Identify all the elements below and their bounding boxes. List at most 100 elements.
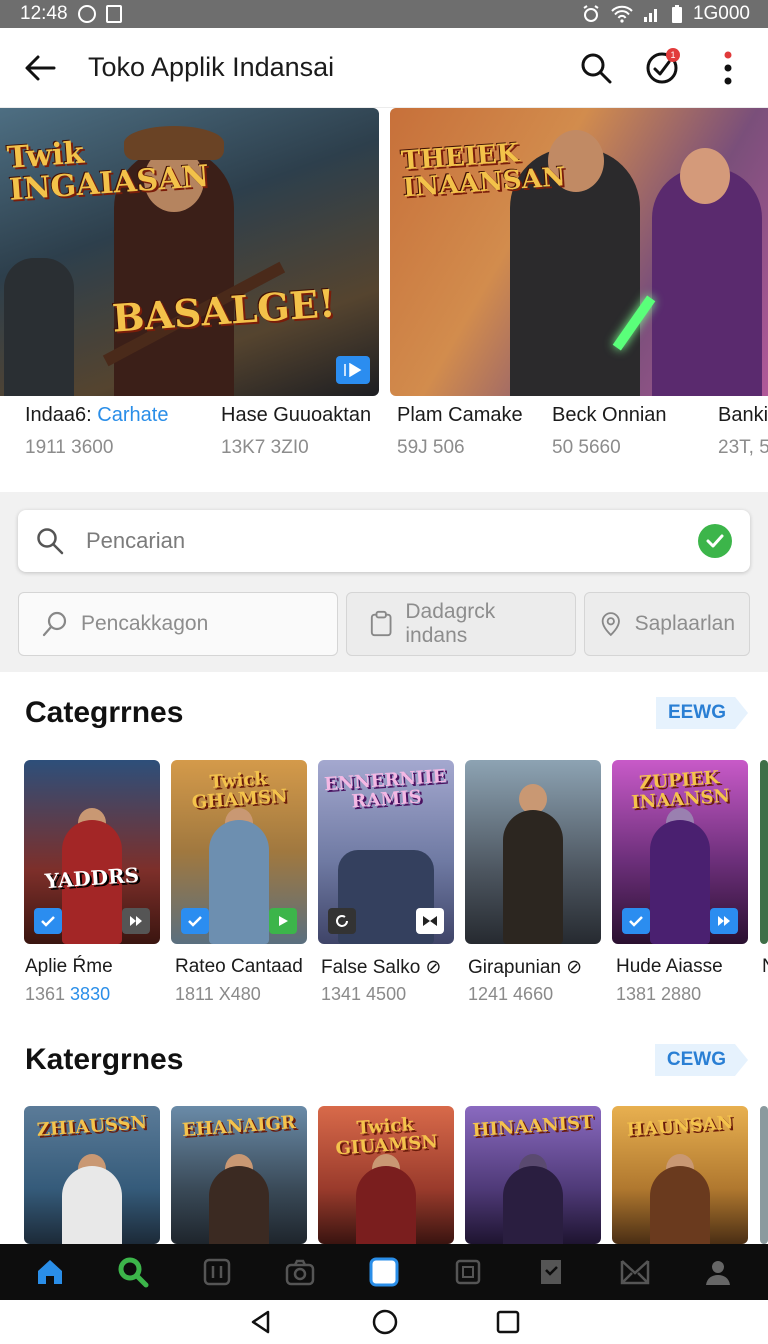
app-name: N xyxy=(762,956,768,978)
featured-name: Banki xyxy=(718,404,768,426)
search-button[interactable] xyxy=(578,50,614,86)
game-logo: ZHIAUSSN xyxy=(36,1112,148,1141)
search-input[interactable]: Pencarian xyxy=(18,510,750,572)
signal-icon xyxy=(643,9,657,22)
featured-name: Indaa6: xyxy=(25,404,98,426)
nav-apps[interactable] xyxy=(197,1252,237,1292)
featured-caption[interactable]: Plam Camake 59J 506 xyxy=(397,404,523,459)
bookmark-icon xyxy=(541,1260,562,1284)
featured-caption[interactable]: Indaa6: Carhate 1911 3600 xyxy=(25,404,168,459)
filter-chip-label: Dadagrck indans xyxy=(405,600,496,647)
video-badge xyxy=(336,356,370,384)
verified-icon xyxy=(34,908,62,934)
nav-library[interactable] xyxy=(448,1252,488,1292)
app-tile[interactable]: ZHIAUSSN xyxy=(24,1106,160,1244)
character-art xyxy=(4,258,74,396)
character-art xyxy=(650,820,710,944)
game-logo: Twick GIUAMSN xyxy=(334,1114,439,1160)
section-header: Katergrnes CEWG xyxy=(25,1043,748,1077)
nav-messages[interactable] xyxy=(615,1252,655,1292)
character-art xyxy=(209,820,269,944)
featured-name-accent: Carhate xyxy=(97,404,169,426)
featured-count: 13K7 3ZI0 xyxy=(221,437,309,458)
app-tile[interactable]: ZUPIEK INAANSN xyxy=(612,760,748,944)
featured-banner[interactable]: THEIEK INAANSAN xyxy=(390,108,768,396)
app-tile[interactable]: Twick GHAMSN xyxy=(171,760,307,944)
more-options-button[interactable] xyxy=(710,50,746,86)
status-bar: 12:48 1G000 xyxy=(0,0,768,28)
video-icon xyxy=(122,908,150,934)
back-triangle-icon[interactable] xyxy=(248,1309,274,1335)
section-title: Katergrnes xyxy=(25,1043,184,1076)
featured-name: Plam Camake xyxy=(397,404,523,426)
app-tile[interactable]: HAUNSAN xyxy=(612,1106,748,1244)
nav-bookmarks[interactable] xyxy=(531,1252,571,1292)
see-all-button[interactable]: CEWG xyxy=(654,1044,748,1076)
filter-chip-label: Pencakkagon xyxy=(81,612,209,635)
featured-carousel[interactable]: Twik INGAIASAN BASALGE! THEIEK INAANSAN … xyxy=(0,108,768,492)
featured-caption[interactable]: Banki 23T, 5 xyxy=(718,404,768,459)
see-all-button[interactable]: EEWG xyxy=(655,697,748,729)
nav-active-tab[interactable] xyxy=(364,1252,404,1292)
app-tile[interactable]: HINAANIST xyxy=(465,1106,601,1244)
search-area: Pencarian Pencakkagon Dadagrck indans Sa… xyxy=(0,492,768,672)
section-title: Categrrnes xyxy=(25,696,184,729)
app-count-accent: 3830 xyxy=(70,984,111,1004)
home-circle-icon[interactable] xyxy=(371,1308,399,1336)
status-right-text: 1G000 xyxy=(692,3,750,24)
filter-chip[interactable]: Saplaarlan xyxy=(584,592,750,656)
profile-icon xyxy=(706,1261,731,1285)
back-button[interactable] xyxy=(22,50,58,86)
game-logo: Twick GHAMSN xyxy=(191,768,289,814)
featured-count: 59J 506 xyxy=(397,437,465,458)
nav-profile[interactable] xyxy=(698,1252,738,1292)
app-bar: Toko Applik Indansai 1 xyxy=(0,28,768,108)
app-tile[interactable]: ENNERNIIE RAMIS xyxy=(318,760,454,944)
app-count: 1361 3830 xyxy=(25,984,110,1005)
featured-name: Hase Guuoaktan xyxy=(221,404,372,426)
character-art xyxy=(503,810,563,944)
search-icon xyxy=(37,528,64,555)
character-art xyxy=(209,1166,269,1244)
filter-chip[interactable]: Dadagrck indans xyxy=(346,592,576,656)
app-tile[interactable] xyxy=(760,1106,768,1244)
game-logo: HAUNSAN xyxy=(626,1112,734,1141)
app-name: False Salko ⊘ xyxy=(321,957,442,978)
app-name: Hude Aiasse xyxy=(616,956,723,977)
sim-status-icon xyxy=(105,5,122,23)
featured-caption[interactable]: Hase Guuoaktan 13K7 3ZI0 xyxy=(221,404,371,459)
verified-icon xyxy=(622,908,650,934)
apps-icon xyxy=(203,1258,231,1286)
alarm-icon xyxy=(583,5,599,22)
game-logo: ENNERNIIE RAMIS xyxy=(323,765,448,813)
app-count: 1341 4500 xyxy=(321,984,407,1004)
recents-square-icon[interactable] xyxy=(496,1310,520,1334)
nav-camera[interactable] xyxy=(280,1252,320,1292)
nav-home[interactable] xyxy=(30,1252,70,1292)
video-icon xyxy=(710,908,738,934)
app-tile[interactable]: EHANAIGR xyxy=(171,1106,307,1244)
featured-caption[interactable]: Beck Onnian 50 5660 xyxy=(552,404,667,459)
filter-chip[interactable]: Pencakkagon xyxy=(18,592,338,656)
wifi-icon xyxy=(611,5,633,23)
game-logo: EHANAIGR xyxy=(181,1112,297,1141)
app-tile[interactable]: Twick GIUAMSN xyxy=(318,1106,454,1244)
app-tile[interactable] xyxy=(465,760,601,944)
app-tile[interactable] xyxy=(760,760,768,944)
game-logo: Twik INGAIASAN xyxy=(5,135,211,208)
notification-badge: 1 xyxy=(666,47,680,62)
library-icon xyxy=(455,1259,480,1285)
app-count: 1811 X480 xyxy=(175,984,261,1004)
envelope-icon xyxy=(620,1260,649,1285)
app-count: 1381 2880 xyxy=(616,984,702,1004)
app-name: Aplie Ŕme xyxy=(25,956,113,977)
notifications-button[interactable]: 1 xyxy=(644,47,680,86)
status-time: 12:48 xyxy=(20,3,68,24)
nav-search[interactable] xyxy=(113,1252,153,1292)
app-tile[interactable]: YADDRS xyxy=(24,760,160,944)
featured-banner[interactable]: Twik INGAIASAN BASALGE! xyxy=(0,108,379,396)
arrow-left-icon xyxy=(25,55,56,80)
search-icon xyxy=(581,53,612,83)
camera-icon xyxy=(286,1259,315,1286)
character-head xyxy=(680,148,730,204)
